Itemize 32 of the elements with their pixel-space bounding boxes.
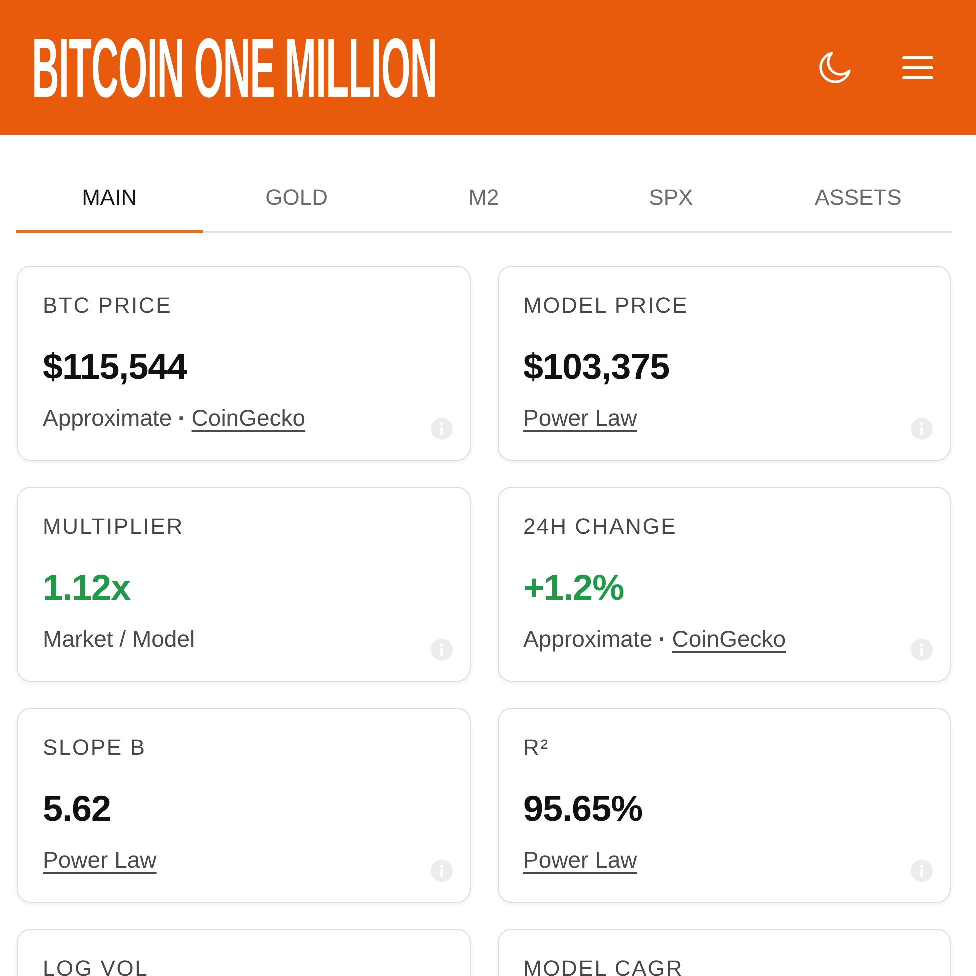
- card-note: Approximate: [43, 404, 172, 432]
- card-value: 1.12x: [43, 566, 131, 610]
- card-label: MODEL CAGR: [524, 956, 684, 976]
- card-label: R²: [524, 735, 550, 761]
- source-link[interactable]: Power Law: [524, 404, 638, 432]
- card-value: 95.65%: [524, 787, 643, 831]
- tab[interactable]: GOLD: [203, 165, 390, 233]
- card-value: $103,375: [524, 345, 670, 389]
- card-label: 24H CHANGE: [524, 514, 678, 540]
- card-label: BTC PRICE: [43, 293, 172, 319]
- card-note: Approximate: [524, 625, 653, 653]
- card-value: 5.62: [43, 787, 112, 831]
- source-link[interactable]: Power Law: [43, 846, 157, 874]
- tab[interactable]: ASSETS: [764, 165, 952, 233]
- separator: ·: [178, 404, 186, 432]
- tab[interactable]: MAIN: [16, 165, 204, 233]
- card-label: SLOPE B: [43, 735, 146, 761]
- source-link[interactable]: CoinGecko: [672, 625, 786, 653]
- card-label: MODEL PRICE: [524, 293, 689, 319]
- tab[interactable]: M2: [390, 165, 578, 233]
- card-value: +1.2%: [524, 566, 624, 610]
- card-label: MULTIPLIER: [43, 514, 184, 540]
- menu-icon[interactable]: [902, 54, 934, 80]
- card-note: Market / Model: [43, 625, 196, 653]
- tab[interactable]: SPX: [578, 165, 765, 233]
- separator: ·: [658, 625, 666, 653]
- source-link[interactable]: Power Law: [524, 846, 638, 874]
- card-value: $115,544: [43, 345, 188, 389]
- source-link[interactable]: CoinGecko: [192, 404, 306, 432]
- moon-icon[interactable]: [818, 50, 852, 84]
- card-label: LOG VOL: [43, 956, 149, 976]
- site-title: BITCOIN ONE MILLION: [32, 26, 438, 110]
